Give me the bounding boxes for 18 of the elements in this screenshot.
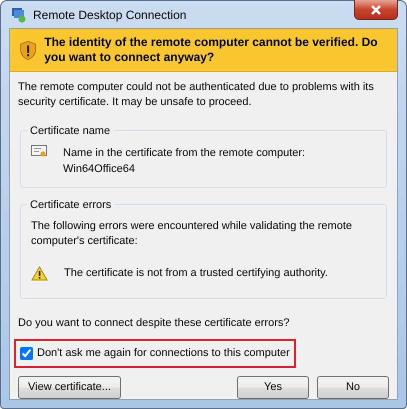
certificate-name-value: Win64Office64 — [63, 162, 136, 177]
warning-heading: The identity of the remote computer cannot be verified. Do you want to connect anyway? — [44, 35, 379, 65]
question-text: Do you want to connect despite these certificate errors? — [18, 316, 290, 328]
window-title: Remote Desktop Connection — [33, 6, 186, 24]
close-icon — [370, 4, 382, 15]
description-text: The remote computer could not be authenticated due to problems with its security certificate. It may be unsafe to proceed. — [18, 81, 374, 108]
errors-intro-text: The following errors were encountered while validating the remote computer's certificate: — [31, 220, 352, 247]
warning-icon — [31, 266, 48, 281]
dont-ask-checkbox[interactable] — [20, 347, 33, 360]
checkbox-label[interactable]: Don't ask me again for connections to this computer — [37, 345, 290, 362]
close-button[interactable] — [354, 0, 398, 20]
no-button[interactable]: No — [317, 376, 389, 399]
yes-button[interactable]: Yes — [237, 376, 309, 399]
view-certificate-button[interactable]: View certificate... — [18, 376, 121, 399]
certificate-label: Name in the certificate from the remote computer: — [63, 146, 306, 161]
error-text: The certificate is not from a trusted certifying authority. — [64, 266, 328, 281]
certificate-icon — [31, 145, 47, 159]
remote-desktop-icon — [11, 6, 27, 22]
